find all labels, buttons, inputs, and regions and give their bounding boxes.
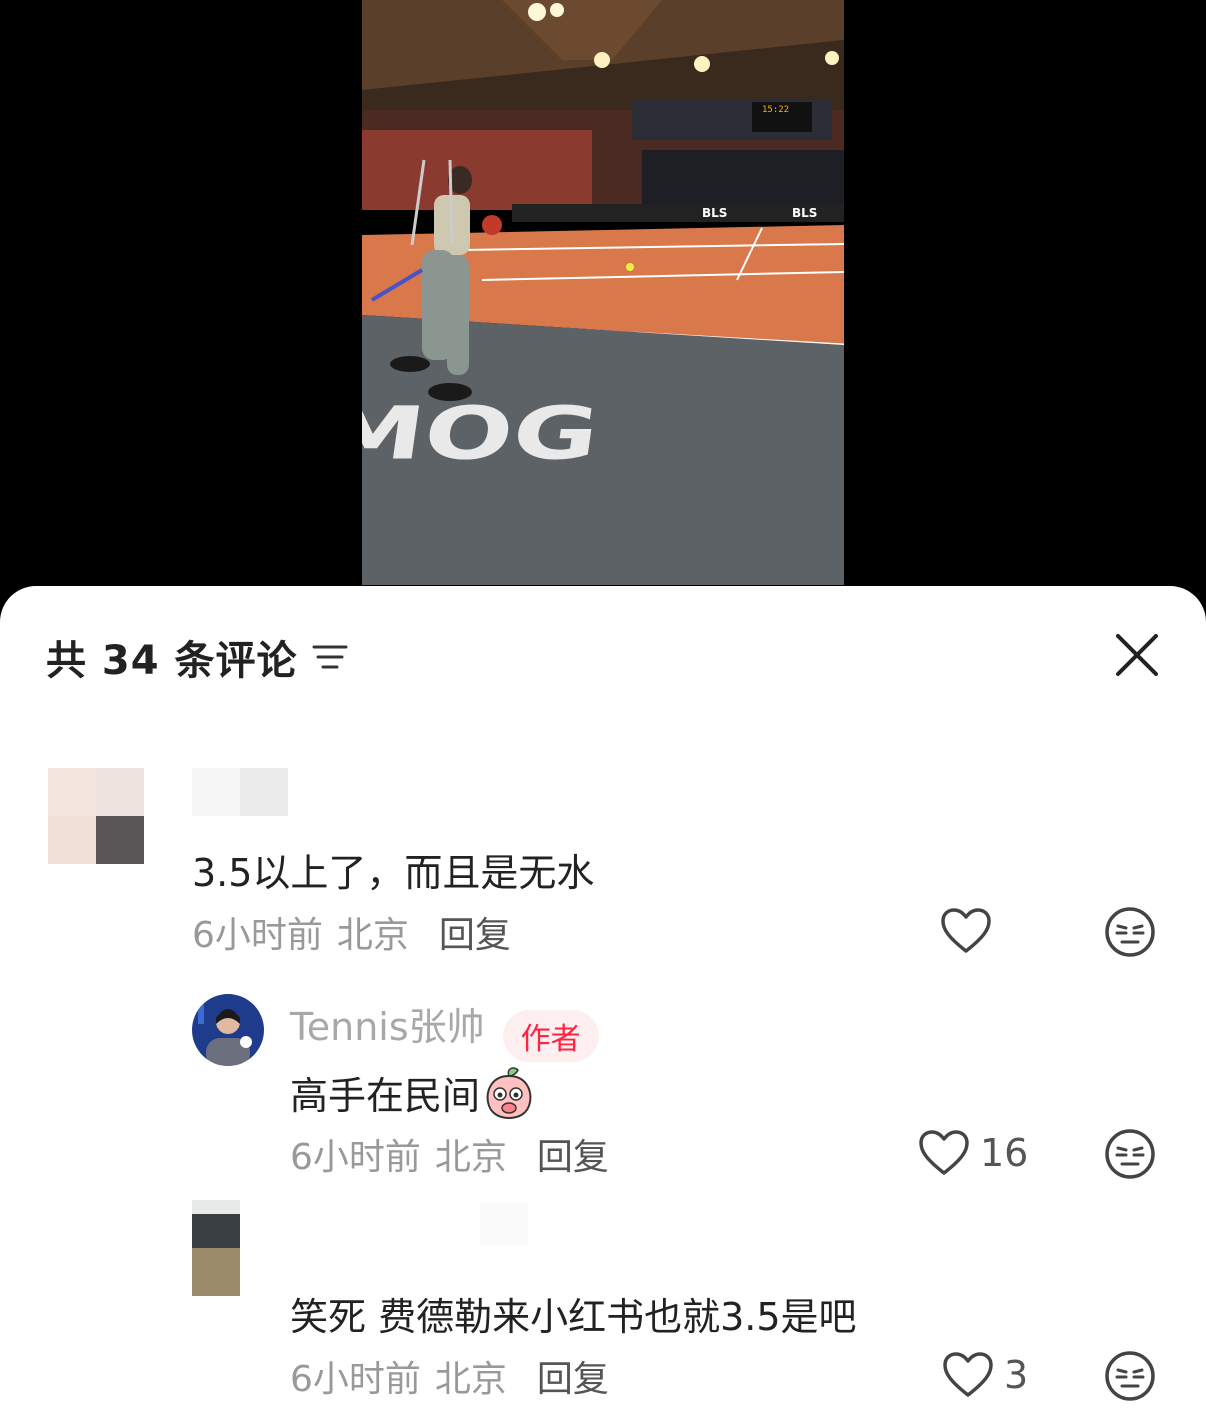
video-player[interactable]: 15:22 BLS BLS MOG bbox=[0, 0, 1206, 600]
court-lettering: MOG bbox=[362, 391, 604, 476]
reply-button[interactable]: 回复 bbox=[537, 1359, 609, 1400]
like-count: 3 bbox=[1004, 1353, 1029, 1397]
comment-text: 笑死 费德勒来小红书也就3.5是吧 bbox=[290, 1295, 857, 1339]
comment-meta: 6小时前 北京 回复 bbox=[290, 1350, 609, 1402]
reply-item: 笑死 费德勒来小红书也就3.5是吧 6小时前 北京 回复 3 bbox=[0, 586, 1206, 1423]
video-frame[interactable]: 15:22 BLS BLS MOG bbox=[362, 0, 844, 585]
net-banner-text: BLS bbox=[702, 206, 727, 220]
tennis-court-scene: 15:22 BLS BLS MOG bbox=[362, 0, 844, 585]
net-banner-text-2: BLS bbox=[792, 206, 817, 220]
avatar[interactable] bbox=[192, 1200, 240, 1296]
comments-sheet: 共 34 条评论 3.5以上了，而且是无水 6小时前 北京 回复 Tennis张… bbox=[0, 586, 1206, 1423]
username-blurred[interactable] bbox=[480, 1202, 528, 1250]
emoji-reaction-icon[interactable] bbox=[1104, 1350, 1156, 1402]
comment-location: 北京 bbox=[434, 1359, 507, 1400]
heart-icon bbox=[943, 1352, 993, 1397]
like-button[interactable]: 3 bbox=[942, 1350, 1028, 1400]
scoreboard-clock: 15:22 bbox=[762, 105, 789, 115]
comment-time: 6小时前 bbox=[290, 1359, 421, 1400]
